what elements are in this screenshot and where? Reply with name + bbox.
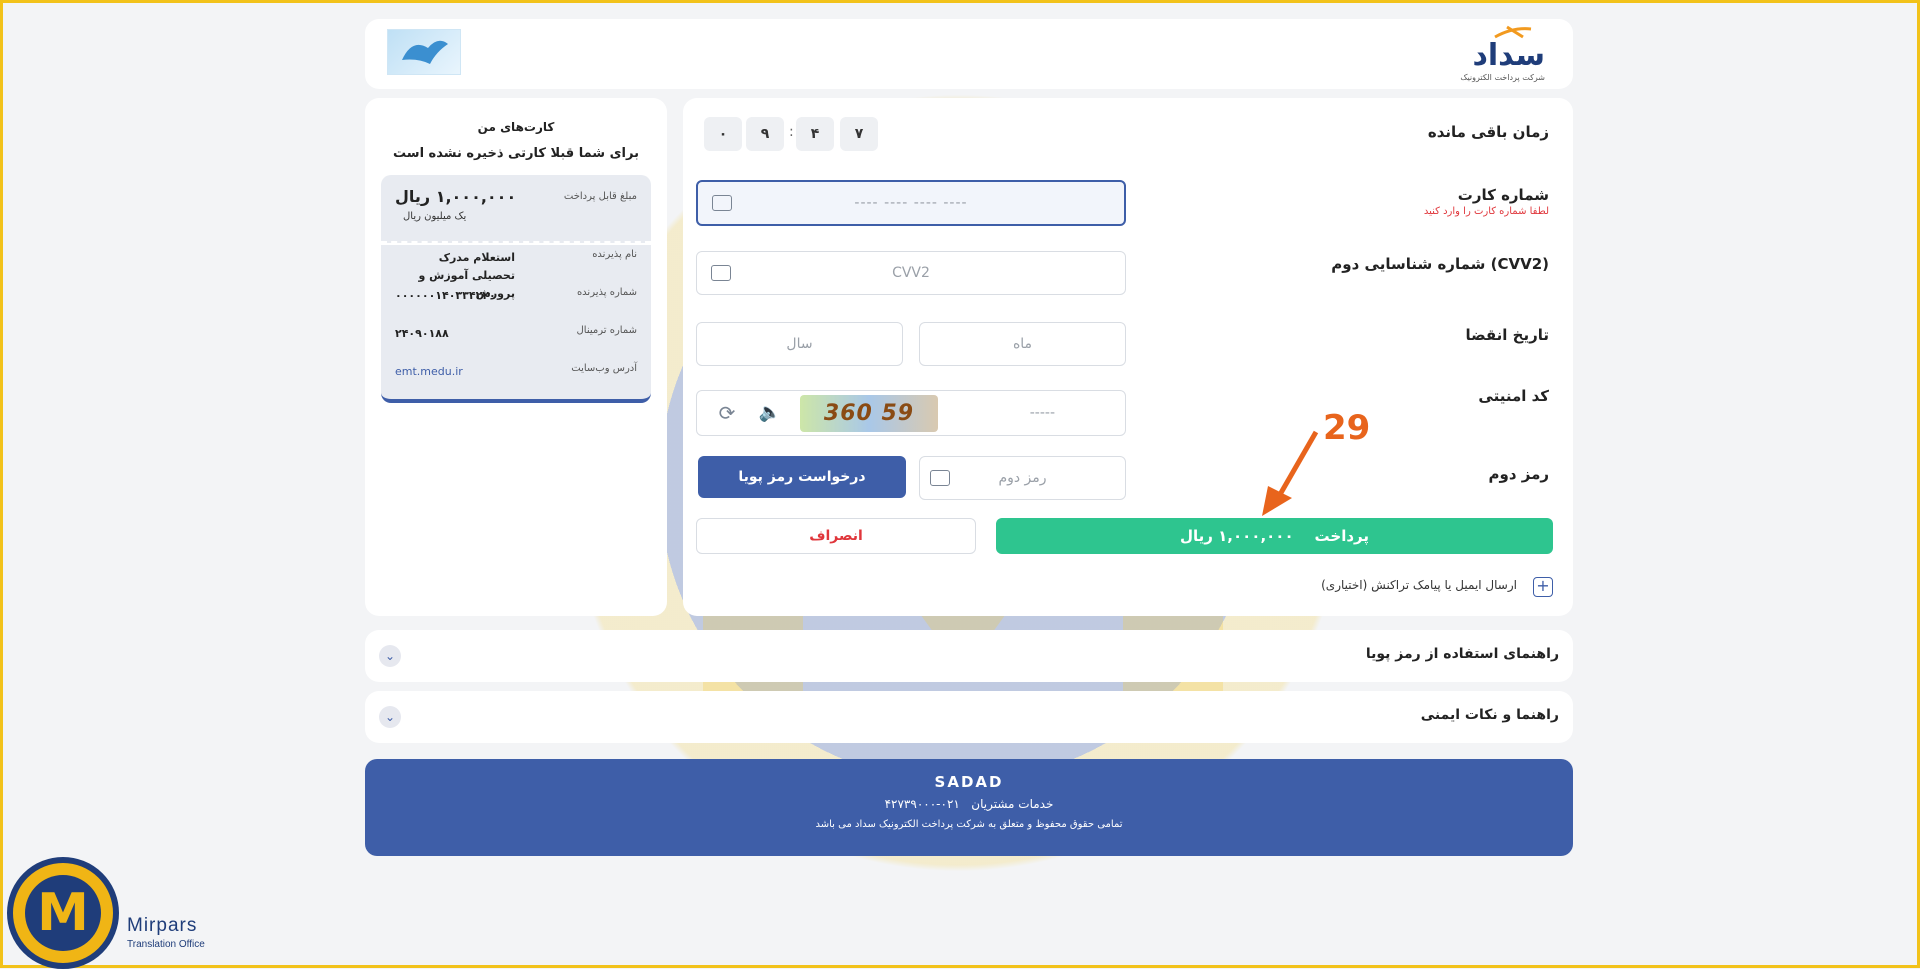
footer-brand: SADAD (934, 773, 1004, 791)
mirpars-brand: Mirpars (127, 915, 198, 936)
merchant-number-label: شماره پذیرنده (576, 287, 637, 298)
accordion-title: راهنمای استفاده از رمز پویا (1365, 646, 1559, 662)
header-bar (365, 19, 1573, 89)
card-number-input[interactable]: ---- ---- ---- ---- (696, 180, 1126, 226)
website-link[interactable]: emt.medu.ir (395, 365, 463, 378)
expiry-label: تاریخ انقضا (1465, 326, 1549, 344)
expiry-month-input[interactable]: ماه (919, 322, 1126, 366)
keypad-icon[interactable] (711, 265, 731, 281)
cvv2-placeholder: CVV2 (892, 265, 930, 281)
footer-copyright: تمامی حقوق محفوظ و متعلق به شرکت پرداخت … (815, 819, 1123, 830)
ministry-logo (387, 29, 461, 75)
payment-summary-amount: مبلغ قابل پرداخت ۱,۰۰۰,۰۰۰ ریال یک میلیو… (381, 175, 651, 243)
website-label: آدرس وب‌سایت (571, 363, 637, 374)
card-icon (712, 195, 732, 211)
timer-digit-3: ۹ (746, 117, 784, 151)
amount-value: ۱,۰۰۰,۰۰۰ ریال (395, 187, 517, 206)
annotation-arrow-icon (1262, 430, 1319, 516)
amount-label: مبلغ قابل پرداخت (563, 191, 637, 202)
timer-digit-1: ۷ (840, 117, 878, 151)
sadad-logo-sub: شرکت پرداخت الکترونیک (1460, 73, 1545, 82)
footer-support: خدمات مشتریان ۰۲۱-۴۲۷۳۹۰۰۰ (365, 797, 1573, 811)
email-sms-option[interactable]: ارسال ایمیل یا پیامک تراکنش (اختیاری) (1321, 578, 1517, 592)
card-number-placeholder: ---- ---- ---- ---- (854, 195, 968, 211)
chevron-down-icon[interactable]: ⌄ (379, 706, 401, 728)
cvv2-input[interactable]: CVV2 (696, 251, 1126, 295)
my-cards-title: کارت‌های من (477, 120, 555, 134)
security-code-label: کد امنیتی (1478, 387, 1549, 405)
cancel-button[interactable]: انصراف (696, 518, 976, 554)
timer-label: زمان باقی مانده (1427, 123, 1549, 141)
merchant-name-label: نام پذیرنده (592, 249, 637, 260)
footer: SADAD خدمات مشتریان ۰۲۱-۴۲۷۳۹۰۰۰ تمامی ح… (365, 759, 1573, 856)
pay-button-amount: ۱,۰۰۰,۰۰۰ ریال (1179, 527, 1294, 545)
timer-digit-2: ۴ (796, 117, 834, 151)
cvv2-label: شماره شناسایی دوم (CVV2) (1331, 255, 1549, 273)
support-label: خدمات مشتریان (971, 797, 1054, 811)
mirpars-sub: Translation Office (127, 939, 205, 950)
request-dynamic-pin-button[interactable]: درخواست رمز پویا (698, 456, 906, 498)
card-number-label: شماره کارت (1457, 186, 1549, 204)
captcha-image: 360 59 (800, 395, 938, 432)
chevron-down-icon[interactable]: ⌄ (379, 645, 401, 667)
pay-button-label: پرداخت (1314, 527, 1370, 545)
second-pin-label: رمز دوم (1488, 465, 1550, 483)
audio-captcha-icon[interactable]: 🔈 (757, 401, 783, 425)
accordion-title: راهنما و نکات ایمنی (1420, 707, 1559, 723)
sadad-logo: سداد شرکت پرداخت الکترونیک (1445, 25, 1545, 82)
expiry-year-input[interactable]: سال (696, 322, 903, 366)
add-email-sms-icon[interactable]: + (1533, 577, 1553, 597)
terminal-number-label: شماره ترمینال (576, 325, 637, 336)
terminal-number-value: ۲۴۰۹۰۱۸۸ (395, 327, 449, 340)
refresh-captcha-icon[interactable]: ⟳ (715, 401, 739, 425)
mirpars-logo: M (7, 857, 119, 969)
pay-button[interactable]: پرداخت ۱,۰۰۰,۰۰۰ ریال (996, 518, 1553, 554)
payment-summary-details: نام پذیرنده استعلام مدرک تحصیلی آموزش و … (381, 245, 651, 403)
accordion-security-tips[interactable]: راهنما و نکات ایمنی ⌄ (365, 691, 1573, 743)
keypad-icon[interactable] (930, 470, 950, 486)
support-phone: ۰۲۱-۴۲۷۳۹۰۰۰ (884, 797, 960, 811)
no-saved-cards-text: برای شما قبلا کارتی ذخیره نشده است (393, 146, 639, 161)
mirpars-m-icon: M (25, 875, 101, 951)
amount-words: یک میلیون ریال (403, 211, 467, 222)
accordion-dynamic-pin-guide[interactable]: راهنمای استفاده از رمز پویا ⌄ (365, 630, 1573, 682)
timer-digit-4: ۰ (704, 117, 742, 151)
security-code-placeholder: ----- (1029, 405, 1055, 421)
card-number-hint: لطفا شماره کارت را وارد کنید (1423, 206, 1549, 217)
timer-separator: : (789, 124, 794, 140)
merchant-number-value: ۰۰۰۰۰۰۱۴۰۳۳۴۲۲۰ (395, 289, 496, 302)
second-pin-placeholder: رمز دوم (998, 470, 1047, 486)
second-pin-input[interactable]: رمز دوم (919, 456, 1126, 500)
